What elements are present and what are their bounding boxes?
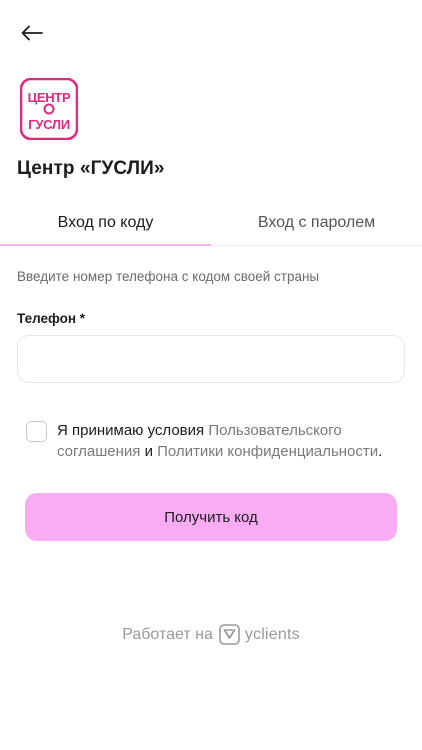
tab-code-login[interactable]: Вход по коду — [0, 200, 211, 246]
login-tabs: Вход по коду Вход с паролем — [0, 200, 422, 246]
agreement-prefix: Я принимаю условия — [57, 422, 209, 439]
agreement-suffix: . — [378, 443, 383, 460]
company-name: Центр «ГУСЛИ» — [17, 158, 165, 179]
powered-by-text: Работает на — [122, 625, 213, 643]
phone-input[interactable] — [17, 335, 405, 383]
tab-password-login[interactable]: Вход с паролем — [211, 200, 422, 246]
back-button[interactable] — [14, 16, 50, 50]
agreement-text: Я принимаю условия Пользовательского сог… — [57, 420, 387, 462]
get-code-button[interactable]: Получить код — [25, 493, 397, 541]
agreement-checkbox[interactable] — [26, 421, 47, 442]
company-logo: ЦЕНТР ГУСЛИ — [19, 77, 79, 141]
phone-label: Телефон * — [17, 311, 86, 326]
powered-by-footer: Работает на yclients — [0, 624, 422, 645]
svg-text:ГУСЛИ: ГУСЛИ — [28, 117, 70, 132]
active-tab-indicator — [0, 244, 211, 246]
yclients-brand[interactable]: yclients — [245, 626, 300, 644]
login-page: ЦЕНТР ГУСЛИ Центр «ГУСЛИ» Вход по коду В… — [0, 0, 422, 750]
svg-text:ЦЕНТР: ЦЕНТР — [28, 90, 71, 105]
arrow-left-icon — [21, 25, 43, 41]
agreement-middle: и — [140, 443, 158, 460]
phone-hint: Введите номер телефона с кодом своей стр… — [17, 269, 320, 284]
yclients-logo-icon — [219, 624, 240, 645]
privacy-policy-link[interactable]: Политики конфиденциальности — [157, 443, 378, 460]
